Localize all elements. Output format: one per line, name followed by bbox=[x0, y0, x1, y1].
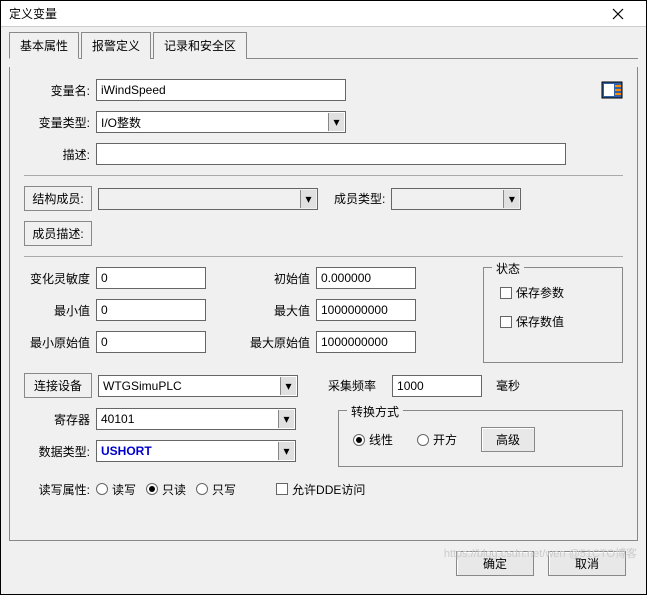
radio-linear[interactable]: 线性 bbox=[353, 431, 393, 448]
label-minval: 最小值 bbox=[24, 302, 96, 319]
radio-icon bbox=[146, 483, 158, 495]
group-status: 状态 保存参数 保存数值 bbox=[483, 267, 623, 363]
combo-membertype[interactable]: ▾ bbox=[391, 188, 521, 210]
input-minval[interactable] bbox=[96, 299, 206, 321]
label-initval: 初始值 bbox=[236, 270, 316, 287]
label-membertype: 成员类型: bbox=[334, 190, 391, 207]
radio-ro[interactable]: 只读 bbox=[146, 481, 186, 498]
label-minraw: 最小原始值 bbox=[24, 334, 96, 351]
label-maxraw: 最大原始值 bbox=[236, 334, 316, 351]
label-memberdesc: 成员描述: bbox=[24, 221, 92, 246]
combo-datatype[interactable]: USHORT ▾ bbox=[96, 440, 296, 462]
combo-register-value: 40101 bbox=[101, 412, 134, 426]
input-minraw[interactable] bbox=[96, 331, 206, 353]
radio-icon bbox=[417, 434, 429, 446]
cancel-button[interactable]: 取消 bbox=[548, 551, 626, 576]
radio-linear-label: 线性 bbox=[369, 431, 393, 448]
tab-basic[interactable]: 基本属性 bbox=[9, 32, 79, 59]
radio-icon bbox=[196, 483, 208, 495]
label-desc: 描述: bbox=[24, 146, 96, 163]
titlebar: 定义变量 bbox=[1, 1, 646, 27]
label-structmember: 结构成员: bbox=[24, 186, 92, 211]
input-maxval[interactable] bbox=[316, 299, 416, 321]
radio-sqrt-label: 开方 bbox=[433, 431, 457, 448]
combo-datatype-value: USHORT bbox=[101, 444, 152, 458]
close-button[interactable] bbox=[598, 2, 638, 26]
label-ms: 毫秒 bbox=[496, 377, 520, 394]
input-maxraw[interactable] bbox=[316, 331, 416, 353]
properties-icon[interactable] bbox=[601, 81, 623, 99]
radio-sqrt[interactable]: 开方 bbox=[417, 431, 457, 448]
input-sensitivity[interactable] bbox=[96, 267, 206, 289]
tab-panel-basic: 变量名: 变量类型: I/O整数 ▾ 描述: 结构成员: bbox=[9, 67, 638, 541]
combo-conndevice[interactable]: WTGSimuPLC ▾ bbox=[98, 375, 298, 397]
check-saveparam[interactable]: 保存参数 bbox=[500, 284, 564, 301]
label-rwattr: 读写属性: bbox=[24, 481, 96, 498]
label-datatype: 数据类型: bbox=[24, 443, 96, 460]
ok-button[interactable]: 确定 bbox=[456, 551, 534, 576]
input-samplerate[interactable] bbox=[392, 375, 482, 397]
check-savevalue-label: 保存数值 bbox=[516, 313, 564, 330]
tab-alarm[interactable]: 报警定义 bbox=[81, 32, 151, 59]
dialog-window: 定义变量 基本属性 报警定义 记录和安全区 变量名: 变量类型: I/O整 bbox=[0, 0, 647, 595]
label-varname: 变量名: bbox=[24, 82, 96, 99]
label-conndevice[interactable]: 连接设备 bbox=[24, 373, 92, 398]
radio-wo-label: 只写 bbox=[212, 481, 236, 498]
close-icon bbox=[612, 8, 624, 20]
label-vartype: 变量类型: bbox=[24, 114, 96, 131]
radio-rw[interactable]: 读写 bbox=[96, 481, 136, 498]
content-area: 基本属性 报警定义 记录和安全区 变量名: 变量类型: I/O整数 ▾ bbox=[1, 27, 646, 594]
radio-wo[interactable]: 只写 bbox=[196, 481, 236, 498]
label-register: 寄存器 bbox=[24, 411, 96, 428]
chevron-down-icon: ▾ bbox=[328, 113, 344, 131]
radio-rw-label: 读写 bbox=[112, 481, 136, 498]
dialog-buttons: 确定 取消 bbox=[9, 541, 638, 586]
checkbox-icon bbox=[500, 287, 512, 299]
check-saveparam-label: 保存参数 bbox=[516, 284, 564, 301]
chevron-down-icon: ▾ bbox=[503, 190, 519, 208]
tab-strip: 基本属性 报警定义 记录和安全区 bbox=[9, 31, 638, 59]
label-maxval: 最大值 bbox=[236, 302, 316, 319]
combo-vartype-value: I/O整数 bbox=[101, 114, 141, 131]
tab-record[interactable]: 记录和安全区 bbox=[153, 32, 247, 59]
radio-icon bbox=[353, 434, 365, 446]
check-allowdde[interactable]: 允许DDE访问 bbox=[276, 481, 365, 498]
group-convmethod-title: 转换方式 bbox=[347, 403, 403, 420]
window-title: 定义变量 bbox=[9, 5, 598, 22]
combo-register[interactable]: 40101 ▾ bbox=[96, 408, 296, 430]
checkbox-icon bbox=[500, 316, 512, 328]
btn-advanced[interactable]: 高级 bbox=[481, 427, 535, 452]
radio-ro-label: 只读 bbox=[162, 481, 186, 498]
label-samplerate: 采集频率 bbox=[328, 377, 382, 394]
check-allowdde-label: 允许DDE访问 bbox=[292, 481, 365, 498]
chevron-down-icon: ▾ bbox=[300, 190, 316, 208]
label-sensitivity: 变化灵敏度 bbox=[24, 270, 96, 287]
chevron-down-icon: ▾ bbox=[278, 442, 294, 460]
combo-vartype[interactable]: I/O整数 ▾ bbox=[96, 111, 346, 133]
input-desc[interactable] bbox=[96, 143, 566, 165]
combo-structmember[interactable]: ▾ bbox=[98, 188, 318, 210]
chevron-down-icon: ▾ bbox=[280, 377, 296, 395]
combo-conndevice-value: WTGSimuPLC bbox=[103, 379, 182, 393]
group-status-title: 状态 bbox=[492, 260, 524, 277]
input-initval[interactable] bbox=[316, 267, 416, 289]
checkbox-icon bbox=[276, 483, 288, 495]
chevron-down-icon: ▾ bbox=[278, 410, 294, 428]
radio-icon bbox=[96, 483, 108, 495]
group-convmethod: 转换方式 线性 开方 高级 bbox=[338, 410, 623, 467]
input-varname[interactable] bbox=[96, 79, 346, 101]
check-savevalue[interactable]: 保存数值 bbox=[500, 313, 564, 330]
